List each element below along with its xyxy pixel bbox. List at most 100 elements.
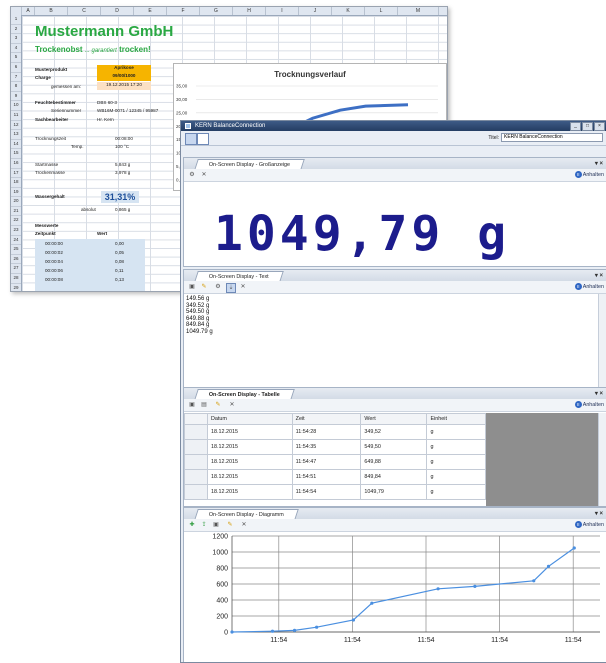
- panel-controls[interactable]: ▾ ×: [595, 160, 603, 167]
- row-selector[interactable]: [184, 439, 208, 455]
- row-header[interactable]: 8: [11, 82, 21, 92]
- maximize-button[interactable]: □: [582, 122, 593, 131]
- text-scrollbar[interactable]: [598, 294, 606, 388]
- close-button[interactable]: ×: [594, 122, 605, 131]
- text-log[interactable]: 149.56 g 349.52 g 549.50 g 649.88 g 849.84 g…: [186, 296, 213, 336]
- title-input[interactable]: [501, 133, 603, 142]
- column-header[interactable]: E: [134, 7, 167, 15]
- pause-button[interactable]: II Anhalten: [574, 171, 604, 178]
- save-icon[interactable]: ▣: [212, 521, 220, 529]
- column-header[interactable]: L: [365, 7, 398, 15]
- column-header[interactable]: F: [167, 7, 200, 15]
- autoscroll-icon[interactable]: ⇣: [226, 283, 236, 293]
- panel-controls[interactable]: ▾ ×: [595, 510, 603, 517]
- row-header[interactable]: 16: [11, 159, 21, 169]
- col-wert[interactable]: Wert: [360, 413, 428, 425]
- minimize-button[interactable]: _: [570, 122, 581, 131]
- row-header[interactable]: 2: [11, 25, 21, 35]
- table-row[interactable]: 18.12.2015 11:54:47 649,88 g: [184, 454, 486, 470]
- table-row[interactable]: 18.12.2015 11:54:54 1049,79 g: [184, 484, 486, 500]
- clear-icon[interactable]: ✕: [240, 521, 248, 529]
- settings-icon[interactable]: ⚙: [214, 283, 222, 291]
- col-datum[interactable]: Datum: [207, 413, 293, 425]
- clear-icon[interactable]: ✕: [228, 401, 236, 409]
- cell-zeit: 11:54:35: [291, 439, 362, 455]
- edit-icon[interactable]: ✎: [200, 283, 208, 291]
- row-header[interactable]: 15: [11, 149, 21, 159]
- row-header[interactable]: 13: [11, 130, 21, 140]
- settings-icon[interactable]: ⚙: [188, 171, 196, 179]
- row-header[interactable]: 7: [11, 73, 21, 83]
- row-header[interactable]: 1: [11, 15, 21, 25]
- col-zeit[interactable]: Zeit: [291, 413, 362, 425]
- column-header[interactable]: A: [22, 7, 35, 15]
- row-header[interactable]: 11: [11, 111, 21, 121]
- row-header[interactable]: 14: [11, 140, 21, 150]
- row-header[interactable]: 27: [11, 264, 21, 275]
- row-header[interactable]: 22: [11, 216, 21, 227]
- row-header[interactable]: 20: [11, 197, 21, 207]
- row-header[interactable]: 3: [11, 34, 21, 44]
- panel-toolbar: ▣ ✎ ⚙ ⇣ ✕ II Anhalten: [184, 281, 606, 294]
- layout-icon[interactable]: [185, 133, 197, 145]
- row-header[interactable]: 6: [11, 63, 21, 73]
- export-icon[interactable]: ▤: [200, 401, 208, 409]
- row-header[interactable]: 12: [11, 121, 21, 131]
- data-point: [270, 629, 275, 633]
- row-selector[interactable]: [184, 424, 208, 440]
- row-header[interactable]: 5: [11, 53, 21, 63]
- row-header[interactable]: 23: [11, 226, 21, 236]
- row-header[interactable]: 24: [11, 236, 21, 246]
- messwert-value: 0,05: [115, 250, 124, 255]
- column-header[interactable]: K: [332, 7, 365, 15]
- row-selector[interactable]: [184, 484, 208, 500]
- add-icon[interactable]: ✚: [188, 521, 196, 529]
- column-header[interactable]: [11, 7, 22, 15]
- row-header[interactable]: 21: [11, 207, 21, 217]
- column-header[interactable]: C: [68, 7, 101, 15]
- data-point: [230, 630, 234, 634]
- messwert-value: 0,11: [115, 268, 124, 273]
- pause-button[interactable]: II Anhalten: [574, 283, 604, 290]
- column-headers: ABCDEFGHIJKLM: [11, 7, 447, 16]
- table-row[interactable]: 18.12.2015 11:54:28 349,52 g: [184, 424, 486, 440]
- column-header[interactable]: H: [233, 7, 266, 15]
- weight-chart[interactable]: 0 200 400 600 800 1000 1200 11:54 11:54 11:54 11:5…: [184, 532, 606, 662]
- clear-icon[interactable]: ✕: [200, 171, 208, 179]
- column-header[interactable]: J: [299, 7, 332, 15]
- window-icon[interactable]: [197, 133, 209, 145]
- panel-controls[interactable]: ▾ ×: [595, 272, 603, 279]
- panel-controls[interactable]: ▾ ×: [595, 390, 603, 397]
- row-selector[interactable]: [184, 469, 208, 485]
- table-row[interactable]: 18.12.2015 11:54:51 849,84 g: [184, 469, 486, 485]
- edit-icon[interactable]: ✎: [226, 521, 234, 529]
- clear-icon[interactable]: ✕: [239, 283, 247, 291]
- column-header[interactable]: M: [398, 7, 439, 15]
- row-header[interactable]: 25: [11, 245, 21, 255]
- edit-icon[interactable]: ✎: [214, 401, 222, 409]
- column-header[interactable]: I: [266, 7, 299, 15]
- row-header[interactable]: 17: [11, 169, 21, 179]
- table-scrollbar[interactable]: [598, 413, 606, 506]
- row-header[interactable]: 10: [11, 101, 21, 111]
- row-header[interactable]: 29: [11, 284, 21, 291]
- pause-button[interactable]: II Anhalten: [574, 401, 604, 408]
- column-header[interactable]: G: [200, 7, 233, 15]
- column-header[interactable]: B: [35, 7, 68, 15]
- save-icon[interactable]: ▣: [188, 401, 196, 409]
- row-selector[interactable]: [184, 454, 208, 470]
- table-row[interactable]: 18.12.2015 11:54:35 549,50 g: [184, 439, 486, 455]
- upload-icon[interactable]: ⇪: [200, 521, 208, 529]
- save-icon[interactable]: ▣: [188, 283, 196, 291]
- col-einheit[interactable]: Einheit: [426, 413, 486, 425]
- cell-zeit: 11:54:47: [291, 454, 362, 470]
- row-header[interactable]: 19: [11, 188, 21, 198]
- row-header[interactable]: 18: [11, 178, 21, 188]
- row-header[interactable]: 28: [11, 274, 21, 284]
- row-header[interactable]: 9: [11, 92, 21, 102]
- row-header[interactable]: 4: [11, 44, 21, 54]
- pause-button[interactable]: II Anhalten: [574, 521, 604, 528]
- row-header[interactable]: 26: [11, 255, 21, 265]
- column-header[interactable]: D: [101, 7, 134, 15]
- measurement-table[interactable]: Datum Zeit Wert Einheit 18.12.2015 11:54:…: [184, 413, 486, 500]
